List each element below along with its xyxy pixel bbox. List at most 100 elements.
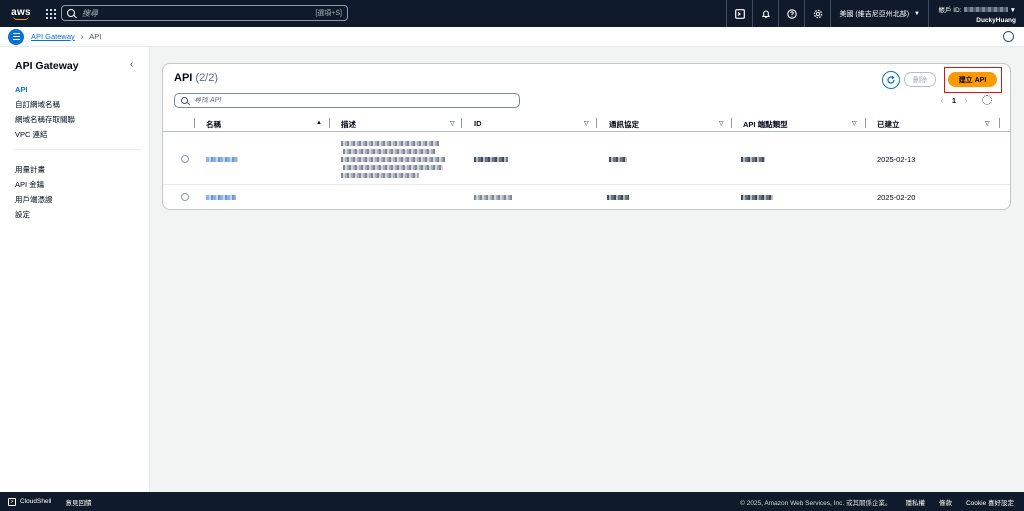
card-title-text: API xyxy=(174,72,193,84)
create-button-highlight: 建立 API xyxy=(944,67,1002,93)
chevron-right-icon: › xyxy=(80,32,84,41)
search-icon xyxy=(67,9,75,17)
feedback-link[interactable]: 意見回饋 xyxy=(65,497,91,507)
terms-link[interactable]: 條款 xyxy=(939,497,952,507)
card-count: (2/2) xyxy=(195,72,219,84)
column-divider xyxy=(999,118,1000,128)
card-title: API (2/2) xyxy=(174,72,218,84)
filter-input[interactable] xyxy=(194,97,519,104)
breadcrumb-current: API xyxy=(89,32,102,41)
row-select-radio[interactable] xyxy=(181,155,189,163)
column-divider[interactable] xyxy=(596,118,597,128)
search-bar[interactable]: [選項+S] xyxy=(61,5,348,21)
endpoint-type-redacted xyxy=(741,195,773,200)
delete-button[interactable]: 刪除 xyxy=(904,72,936,87)
sidebar-item-domain-access[interactable]: 網域名稱存取關聯 xyxy=(15,112,75,127)
col-description[interactable]: 描述 ▽ xyxy=(341,119,455,130)
menu-toggle-button[interactable] xyxy=(8,28,24,45)
account-id-row: 帳戶 ID: ▼ xyxy=(938,4,1016,14)
aws-smile-icon xyxy=(13,16,29,20)
settings-icon[interactable] xyxy=(804,0,830,27)
description-redacted xyxy=(343,165,443,170)
sidebar-item-client-certs[interactable]: 用戶端憑證 xyxy=(15,192,53,207)
col-created[interactable]: 已建立 ▽ xyxy=(877,119,990,130)
sidebar-item-api[interactable]: API xyxy=(15,82,75,97)
region-label: 美國 (維吉尼亞州北部) xyxy=(839,10,910,18)
sort-icon: ▽ xyxy=(450,121,455,127)
refresh-button[interactable] xyxy=(882,71,900,89)
cloudshell-icon[interactable] xyxy=(726,0,752,27)
sidebar-item-api-keys[interactable]: API 金鑰 xyxy=(15,177,53,192)
account-id-label: 帳戶 ID: xyxy=(938,6,962,14)
sidebar-item-custom-domains[interactable]: 自訂網域名稱 xyxy=(15,97,75,112)
next-page-icon[interactable]: › xyxy=(960,95,972,105)
table-row[interactable]: 2025-02-20 xyxy=(163,185,1010,209)
footer: > CloudShell 意見回饋 © 2025, Amazon Web Ser… xyxy=(0,492,1024,511)
sort-icon: ▽ xyxy=(719,121,724,127)
top-nav: aws [選項+S] 美國 (維吉尼亞州北部) ▼ 帳戶 ID: ▼ DuckyH… xyxy=(0,0,1024,27)
description-redacted xyxy=(341,173,419,178)
description-redacted xyxy=(341,157,445,162)
copyright-text: © 2025, Amazon Web Services, Inc. 或其關係企業… xyxy=(740,499,892,507)
collapse-sidebar-icon[interactable]: ‹ xyxy=(130,59,133,70)
bell-icon[interactable] xyxy=(752,0,778,27)
sidebar-title: API Gateway xyxy=(15,60,79,72)
description-redacted xyxy=(343,149,435,154)
column-divider[interactable] xyxy=(461,118,462,128)
row-select-radio[interactable] xyxy=(181,193,189,201)
created-date: 2025-02-13 xyxy=(877,155,916,164)
col-protocol-label: 通訊協定 xyxy=(609,120,639,129)
api-id-redacted xyxy=(474,157,508,162)
column-divider[interactable] xyxy=(329,118,330,128)
api-name-link-redacted[interactable] xyxy=(206,157,238,162)
search-input[interactable] xyxy=(82,8,316,18)
page-number[interactable]: 1 xyxy=(948,96,960,105)
filter-box[interactable] xyxy=(174,93,520,108)
table-header: 名稱 ▲ 描述 ▽ ID ▽ 通訊協定 ▽ API 端點類型 ▽ 已建立 ▽ xyxy=(163,116,1010,132)
breadcrumb: API Gateway › API xyxy=(31,32,101,41)
protocol-redacted xyxy=(607,195,629,200)
col-endpoint-type[interactable]: API 端點類型 ▽ xyxy=(743,119,857,130)
breadcrumb-api-gateway-link[interactable]: API Gateway xyxy=(31,32,75,41)
aws-logo[interactable]: aws xyxy=(4,0,38,27)
column-divider[interactable] xyxy=(731,118,732,128)
account-menu[interactable]: 帳戶 ID: ▼ DuckyHuang xyxy=(928,0,1024,27)
cloudshell-link[interactable]: CloudShell xyxy=(20,498,51,505)
col-name[interactable]: 名稱 ▲ xyxy=(206,119,322,130)
col-name-label: 名稱 xyxy=(206,120,221,129)
create-api-button[interactable]: 建立 API xyxy=(948,72,997,87)
prev-page-icon[interactable]: ‹ xyxy=(936,95,948,105)
col-endpoint-type-label: API 端點類型 xyxy=(743,120,788,129)
col-protocol[interactable]: 通訊協定 ▽ xyxy=(609,119,724,130)
services-grid-icon[interactable] xyxy=(46,8,56,19)
sidebar-item-usage-plans[interactable]: 用量計畫 xyxy=(15,162,53,177)
col-created-label: 已建立 xyxy=(877,120,900,129)
table-row[interactable]: 2025-02-13 xyxy=(163,133,1010,185)
search-shortcut: [選項+S] xyxy=(315,10,342,17)
column-divider xyxy=(194,118,195,128)
cloudshell-icon[interactable]: > xyxy=(8,497,16,506)
col-id-label: ID xyxy=(474,119,482,128)
protocol-redacted xyxy=(609,157,627,162)
pagination: ‹ 1 › xyxy=(936,95,992,105)
col-id[interactable]: ID ▽ xyxy=(474,119,589,128)
sort-icon: ▽ xyxy=(584,121,589,127)
sidebar-primary-list: API 自訂網域名稱 網域名稱存取關聯 VPC 連結 xyxy=(15,82,75,142)
preferences-icon[interactable] xyxy=(1003,31,1014,42)
username: DuckyHuang xyxy=(976,16,1016,24)
column-divider[interactable] xyxy=(865,118,866,128)
help-icon[interactable] xyxy=(778,0,804,27)
sort-asc-icon: ▲ xyxy=(316,120,322,126)
table-settings-icon[interactable] xyxy=(982,95,992,105)
caret-down-icon: ▼ xyxy=(1009,6,1016,14)
api-name-link-redacted[interactable] xyxy=(206,195,236,200)
region-selector[interactable]: 美國 (維吉尼亞州北部) ▼ xyxy=(830,0,928,27)
sidebar-secondary-list: 用量計畫 API 金鑰 用戶端憑證 設定 xyxy=(15,162,53,222)
caret-down-icon: ▼ xyxy=(914,10,920,17)
privacy-link[interactable]: 隱私權 xyxy=(905,497,925,507)
cookie-preferences-link[interactable]: Cookie 喜好設定 xyxy=(966,497,1014,507)
sort-icon: ▽ xyxy=(985,121,990,127)
sidebar-item-vpc-links[interactable]: VPC 連結 xyxy=(15,127,75,142)
col-description-label: 描述 xyxy=(341,120,356,129)
sidebar-item-settings[interactable]: 設定 xyxy=(15,207,53,222)
